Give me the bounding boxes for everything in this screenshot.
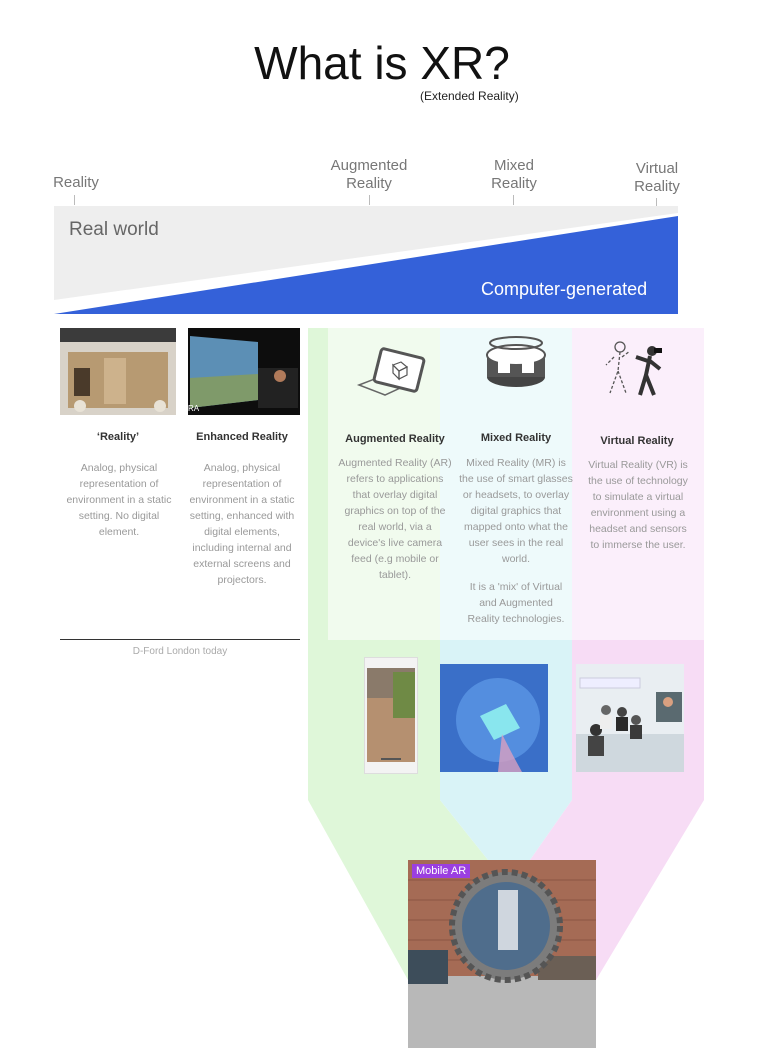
description-mixed-reality-2: It is a 'mix' of Virtual and Augmented R… (467, 581, 565, 625)
enhanced-photo-tag: RA (188, 404, 200, 413)
mr-panorama-icon (486, 336, 546, 387)
mr-hologram-photo (440, 664, 548, 772)
divider (60, 639, 300, 640)
description-virtual-reality: Virtual Reality (VR) is the use of techn… (588, 459, 688, 551)
footnote: D-Ford London today (132, 646, 228, 657)
vr-meeting-photo (576, 664, 684, 772)
mobile-ar-photo: Mobile AR (408, 860, 596, 1048)
description-enhanced-reality: Analog, physical representation of envir… (189, 462, 295, 586)
enhanced-reality-photo: RA (188, 328, 300, 415)
caption-augmented-reality: Augmented Reality (345, 433, 445, 445)
reality-photo (60, 328, 176, 415)
caption-mixed-reality: Mixed Reality (480, 432, 552, 444)
mobile-ar-badge: Mobile AR (412, 864, 471, 878)
caption-reality: ‘Reality’ (96, 431, 140, 443)
caption-enhanced-reality: Enhanced Reality (196, 431, 288, 443)
caption-virtual-reality: Virtual Reality (600, 435, 674, 447)
description-reality: Analog, physical representation of envir… (66, 462, 172, 538)
ar-tablet-icon (356, 347, 426, 396)
description-mixed-reality: Mixed Reality (MR) is the use of smart g… (459, 457, 573, 565)
vr-headset-figures-icon (605, 341, 662, 396)
description-augmented-reality: Augmented Reality (AR) refers to applica… (338, 457, 452, 581)
ar-phone-photo (364, 657, 418, 774)
